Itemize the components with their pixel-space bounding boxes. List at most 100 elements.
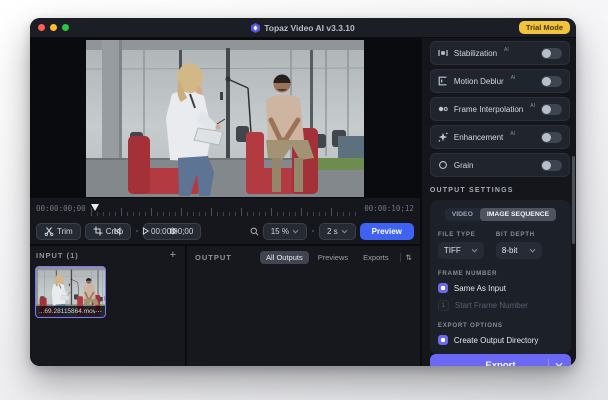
input-clip-thumbnail[interactable]: ...69.28115864.mov ⋯ xyxy=(35,266,106,318)
tabs-divider xyxy=(399,253,401,262)
filter-motion-deblur[interactable]: Motion Deblur AI xyxy=(429,69,570,93)
play-icon xyxy=(142,227,150,235)
checkbox-checked-icon[interactable] xyxy=(437,283,448,293)
sidebar-scrollbar[interactable] xyxy=(572,156,575,244)
tab-previews[interactable]: Previews xyxy=(312,251,354,264)
frame-interpolation-toggle[interactable] xyxy=(541,103,562,115)
separator-dot xyxy=(136,230,139,232)
file-type-select[interactable]: TIFF xyxy=(437,242,484,259)
filter-label: Frame Interpolation xyxy=(453,104,524,114)
create-output-directory-option[interactable]: Create Output Directory xyxy=(437,335,563,345)
output-settings-title: OUTPUT SETTINGS xyxy=(429,187,514,194)
sort-icon[interactable]: ⇅ xyxy=(406,253,412,262)
chevron-down-icon xyxy=(471,248,478,253)
checkbox-checked-icon[interactable] xyxy=(437,335,448,345)
timeline-end-timecode: 00:00:10;12 xyxy=(364,203,414,213)
input-panel: INPUT (1) + ...69.28115864.mov ⋯ xyxy=(30,246,187,366)
next-frame-icon xyxy=(170,227,178,235)
stabilization-icon xyxy=(438,50,448,56)
output-panel-title: OUTPUT xyxy=(195,253,232,262)
export-button[interactable]: Export xyxy=(429,354,571,367)
clip-menu-button[interactable]: ⋯ xyxy=(95,308,102,316)
zoom-level-select[interactable]: 15 % xyxy=(262,222,307,240)
titlebar: Topaz Video AI v3.3.10 Trial Mode xyxy=(30,18,576,38)
grain-toggle[interactable] xyxy=(541,159,562,171)
chevron-down-icon[interactable] xyxy=(555,362,563,366)
timeline: 00:00:00;00 00:00:10;12 xyxy=(30,198,420,218)
next-frame-button[interactable] xyxy=(167,225,179,237)
file-type-label: FILE TYPE xyxy=(437,231,476,238)
app-window: Topaz Video AI v3.3.10 Trial Mode 00:00:… xyxy=(30,18,576,366)
chevron-down-icon xyxy=(292,229,299,233)
playhead-marker[interactable] xyxy=(90,204,99,211)
filter-label: Stabilization xyxy=(453,48,498,58)
zoom-window-button[interactable] xyxy=(62,24,69,31)
filter-frame-interpolation[interactable]: Frame Interpolation AI xyxy=(429,97,570,121)
chevron-down-icon xyxy=(529,248,536,253)
video-preview-area xyxy=(30,38,420,198)
filter-grain[interactable]: Grain xyxy=(429,153,570,177)
frame-number-label: FRAME NUMBER xyxy=(437,270,498,277)
scissors-icon xyxy=(44,227,54,236)
create-output-directory-label: Create Output Directory xyxy=(453,335,539,345)
format-tab-image-sequence[interactable]: IMAGE SEQUENCE xyxy=(479,208,557,221)
filter-label: Enhancement xyxy=(453,132,504,142)
motion-deblur-icon xyxy=(438,76,447,86)
ai-superscript: AI xyxy=(510,75,516,81)
motion-deblur-toggle[interactable] xyxy=(541,75,562,87)
previous-frame-icon xyxy=(114,227,121,235)
preview-button[interactable]: Preview xyxy=(359,222,414,240)
trim-button[interactable]: Trim xyxy=(36,222,81,240)
input-panel-title: INPUT (1) xyxy=(36,251,79,260)
format-segmented-control: VIDEO IMAGE SEQUENCE xyxy=(444,208,557,221)
filter-enhancement[interactable]: Enhancement AI xyxy=(429,125,570,149)
filters-sidebar: Stabilization AI Motion Deblur AI Frame … xyxy=(419,38,576,367)
ai-superscript: AI xyxy=(504,47,509,53)
close-button[interactable] xyxy=(38,24,45,31)
minimize-button[interactable] xyxy=(50,24,57,31)
zoom-level-value: 15 % xyxy=(270,226,289,236)
timeline-ruler[interactable] xyxy=(90,204,360,216)
previous-frame-button[interactable] xyxy=(111,225,123,237)
file-type-value: TIFF xyxy=(443,246,461,255)
filter-stabilization[interactable]: Stabilization AI xyxy=(429,41,570,65)
filter-label: Grain xyxy=(453,160,474,170)
play-button[interactable] xyxy=(139,225,151,237)
enhancement-toggle[interactable] xyxy=(541,131,562,143)
tab-all-outputs[interactable]: All Outputs xyxy=(260,251,309,264)
same-as-input-label: Same As Input xyxy=(453,283,506,293)
magnifier-icon xyxy=(250,227,259,235)
preview-duration-select[interactable]: 2 s xyxy=(318,222,356,240)
same-as-input-option[interactable]: Same As Input xyxy=(437,283,563,293)
export-options-label: EXPORT OPTIONS xyxy=(437,322,503,329)
chevron-down-icon xyxy=(341,229,347,233)
start-frame-option[interactable]: 1 Start Frame Number xyxy=(437,300,563,311)
filter-label: Motion Deblur xyxy=(453,76,504,86)
video-frame xyxy=(86,40,364,197)
stabilization-toggle[interactable] xyxy=(541,47,562,59)
separator-dot xyxy=(311,230,314,232)
frame-interpolation-icon xyxy=(438,106,448,112)
crop-icon xyxy=(93,226,103,236)
output-panel: OUTPUT All Outputs Previews Exports ⇅ xyxy=(187,246,420,366)
clip-filename: ...69.28115864.mov xyxy=(39,308,95,315)
window-title: Topaz Video AI v3.3.10 xyxy=(264,22,355,33)
bit-depth-select[interactable]: 8-bit xyxy=(495,242,542,259)
add-input-button[interactable]: + xyxy=(167,250,179,261)
format-tab-video[interactable]: VIDEO xyxy=(445,208,480,221)
crop-button[interactable]: Crop xyxy=(84,222,132,240)
start-frame-input[interactable]: 1 xyxy=(437,300,449,311)
preview-duration-value: 2 s xyxy=(326,226,338,236)
output-settings-card: VIDEO IMAGE SEQUENCE FILE TYPE BIT DEPTH… xyxy=(429,200,571,354)
start-frame-label: Start Frame Number xyxy=(454,301,528,310)
export-button-label: Export xyxy=(485,359,516,367)
tab-exports[interactable]: Exports xyxy=(357,251,394,264)
trim-label: Trim xyxy=(57,226,73,236)
toolbar: Trim Crop 00:00:00;00 xyxy=(30,218,420,244)
trial-mode-badge[interactable]: Trial Mode xyxy=(518,21,570,34)
ai-superscript: AI xyxy=(510,131,515,137)
bit-depth-label: BIT DEPTH xyxy=(495,231,535,238)
bit-depth-value: 8-bit xyxy=(501,246,518,255)
enhancement-sparkle-icon xyxy=(438,132,448,142)
timeline-start-timecode: 00:00:00;00 xyxy=(36,203,86,213)
